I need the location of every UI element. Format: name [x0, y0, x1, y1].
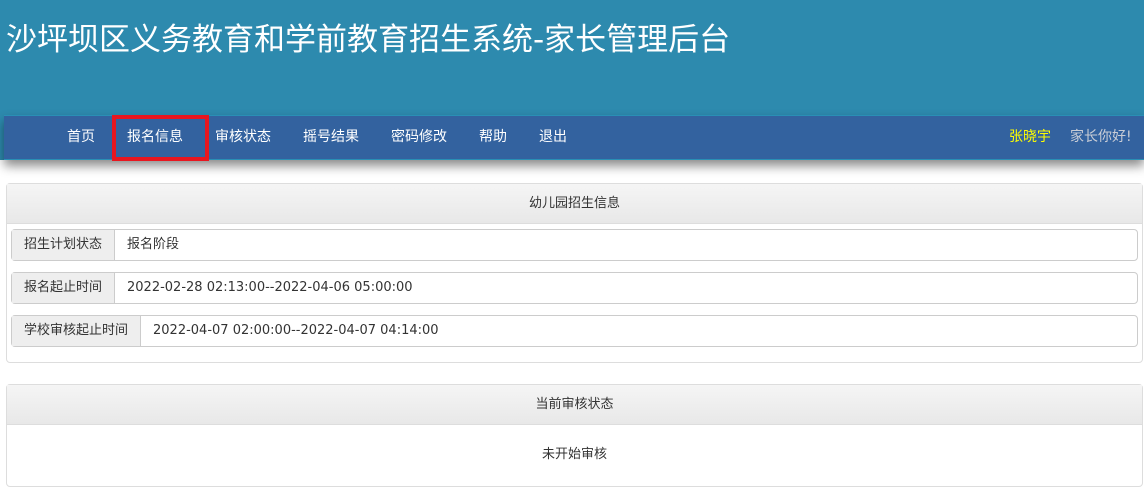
nav-bar: 首页 报名信息 审核状态 摇号结果 密码修改 帮助 退出 张晓宇 家长你好! [4, 115, 1144, 161]
info-row: 学校审核起止时间 2022-04-07 02:00:00--2022-04-07 … [11, 315, 1138, 347]
active-highlight [112, 115, 209, 161]
row-label: 学校审核起止时间 [12, 316, 142, 346]
nav-review-status[interactable]: 审核状态 [215, 116, 271, 159]
status-panel: 当前审核状态 未开始审核 [6, 384, 1143, 487]
status-panel-title: 当前审核状态 [7, 385, 1142, 425]
page-title: 沙坪坝区义务教育和学前教育招生系统-家长管理后台 [6, 22, 731, 58]
greeting: 家长你好! [1070, 129, 1132, 145]
nav-logout[interactable]: 退出 [539, 116, 567, 159]
info-panel-title: 幼儿园招生信息 [7, 184, 1142, 224]
row-value: 报名阶段 [127, 237, 180, 252]
info-row: 报名起止时间 2022-02-28 02:13:00--2022-04-06 05… [11, 272, 1138, 304]
nav-lottery-result[interactable]: 摇号结果 [303, 116, 359, 159]
nav-home[interactable]: 首页 [67, 116, 95, 159]
info-row: 招生计划状态 报名阶段 [11, 229, 1138, 261]
row-value: 2022-04-07 02:00:00--2022-04-07 04:14:00 [153, 323, 439, 338]
row-label: 报名起止时间 [12, 273, 116, 303]
info-panel: 幼儿园招生信息 招生计划状态 报名阶段 报名起止时间 2022-02-28 02:1… [6, 183, 1143, 363]
user-name: 张晓宇 [1009, 129, 1051, 145]
row-value: 2022-02-28 02:13:00--2022-04-06 05:00:00 [127, 280, 413, 295]
review-status: 未开始审核 [541, 447, 607, 462]
row-label: 招生计划状态 [12, 230, 116, 260]
nav-change-password[interactable]: 密码修改 [391, 116, 447, 159]
nav-help[interactable]: 帮助 [479, 116, 507, 159]
